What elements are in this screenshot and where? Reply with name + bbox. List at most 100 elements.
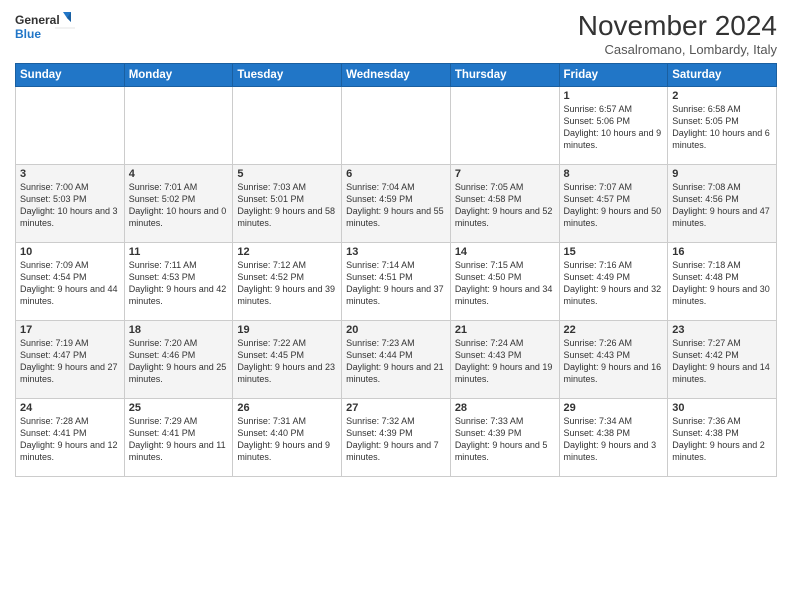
day-info: Sunrise: 7:04 AM Sunset: 4:59 PM Dayligh… [346, 181, 446, 230]
day-number: 27 [346, 402, 446, 414]
day-number: 12 [237, 246, 337, 258]
calendar-day-cell [342, 87, 451, 165]
day-info: Sunrise: 7:22 AM Sunset: 4:45 PM Dayligh… [237, 337, 337, 386]
day-info: Sunrise: 7:29 AM Sunset: 4:41 PM Dayligh… [129, 415, 229, 464]
calendar-day-cell: 16Sunrise: 7:18 AM Sunset: 4:48 PM Dayli… [668, 243, 777, 321]
day-info: Sunrise: 7:09 AM Sunset: 4:54 PM Dayligh… [20, 259, 120, 308]
header-sunday: Sunday [16, 64, 125, 87]
calendar-header-row: Sunday Monday Tuesday Wednesday Thursday… [16, 64, 777, 87]
calendar-day-cell: 6Sunrise: 7:04 AM Sunset: 4:59 PM Daylig… [342, 165, 451, 243]
calendar-day-cell: 24Sunrise: 7:28 AM Sunset: 4:41 PM Dayli… [16, 399, 125, 477]
calendar-day-cell: 20Sunrise: 7:23 AM Sunset: 4:44 PM Dayli… [342, 321, 451, 399]
header-thursday: Thursday [450, 64, 559, 87]
day-number: 17 [20, 324, 120, 336]
day-info: Sunrise: 6:57 AM Sunset: 5:06 PM Dayligh… [564, 103, 664, 152]
calendar-week-row: 10Sunrise: 7:09 AM Sunset: 4:54 PM Dayli… [16, 243, 777, 321]
day-info: Sunrise: 7:01 AM Sunset: 5:02 PM Dayligh… [129, 181, 229, 230]
svg-text:Blue: Blue [15, 27, 41, 41]
day-info: Sunrise: 7:14 AM Sunset: 4:51 PM Dayligh… [346, 259, 446, 308]
day-info: Sunrise: 7:28 AM Sunset: 4:41 PM Dayligh… [20, 415, 120, 464]
calendar-day-cell: 1Sunrise: 6:57 AM Sunset: 5:06 PM Daylig… [559, 87, 668, 165]
day-number: 10 [20, 246, 120, 258]
calendar-day-cell [233, 87, 342, 165]
day-info: Sunrise: 7:27 AM Sunset: 4:42 PM Dayligh… [672, 337, 772, 386]
day-info: Sunrise: 7:11 AM Sunset: 4:53 PM Dayligh… [129, 259, 229, 308]
day-info: Sunrise: 6:58 AM Sunset: 5:05 PM Dayligh… [672, 103, 772, 152]
calendar-week-row: 17Sunrise: 7:19 AM Sunset: 4:47 PM Dayli… [16, 321, 777, 399]
title-block: November 2024 Casalromano, Lombardy, Ita… [578, 10, 777, 57]
calendar-day-cell: 25Sunrise: 7:29 AM Sunset: 4:41 PM Dayli… [124, 399, 233, 477]
header-monday: Monday [124, 64, 233, 87]
day-number: 20 [346, 324, 446, 336]
calendar-day-cell: 4Sunrise: 7:01 AM Sunset: 5:02 PM Daylig… [124, 165, 233, 243]
calendar-day-cell: 13Sunrise: 7:14 AM Sunset: 4:51 PM Dayli… [342, 243, 451, 321]
calendar-day-cell: 8Sunrise: 7:07 AM Sunset: 4:57 PM Daylig… [559, 165, 668, 243]
calendar-day-cell: 12Sunrise: 7:12 AM Sunset: 4:52 PM Dayli… [233, 243, 342, 321]
calendar-day-cell: 2Sunrise: 6:58 AM Sunset: 5:05 PM Daylig… [668, 87, 777, 165]
day-number: 13 [346, 246, 446, 258]
day-number: 7 [455, 168, 555, 180]
header-tuesday: Tuesday [233, 64, 342, 87]
calendar-day-cell: 10Sunrise: 7:09 AM Sunset: 4:54 PM Dayli… [16, 243, 125, 321]
day-info: Sunrise: 7:26 AM Sunset: 4:43 PM Dayligh… [564, 337, 664, 386]
day-info: Sunrise: 7:23 AM Sunset: 4:44 PM Dayligh… [346, 337, 446, 386]
day-info: Sunrise: 7:31 AM Sunset: 4:40 PM Dayligh… [237, 415, 337, 464]
day-number: 3 [20, 168, 120, 180]
calendar-day-cell [124, 87, 233, 165]
day-number: 28 [455, 402, 555, 414]
header-friday: Friday [559, 64, 668, 87]
day-info: Sunrise: 7:07 AM Sunset: 4:57 PM Dayligh… [564, 181, 664, 230]
calendar-day-cell: 21Sunrise: 7:24 AM Sunset: 4:43 PM Dayli… [450, 321, 559, 399]
day-number: 5 [237, 168, 337, 180]
calendar-day-cell: 23Sunrise: 7:27 AM Sunset: 4:42 PM Dayli… [668, 321, 777, 399]
day-info: Sunrise: 7:24 AM Sunset: 4:43 PM Dayligh… [455, 337, 555, 386]
day-number: 16 [672, 246, 772, 258]
day-number: 21 [455, 324, 555, 336]
day-info: Sunrise: 7:20 AM Sunset: 4:46 PM Dayligh… [129, 337, 229, 386]
day-number: 6 [346, 168, 446, 180]
page-header: General Blue November 2024 Casalromano, … [15, 10, 777, 57]
day-info: Sunrise: 7:18 AM Sunset: 4:48 PM Dayligh… [672, 259, 772, 308]
day-number: 30 [672, 402, 772, 414]
calendar-day-cell: 3Sunrise: 7:00 AM Sunset: 5:03 PM Daylig… [16, 165, 125, 243]
calendar-day-cell [16, 87, 125, 165]
calendar-day-cell: 19Sunrise: 7:22 AM Sunset: 4:45 PM Dayli… [233, 321, 342, 399]
day-number: 18 [129, 324, 229, 336]
location-subtitle: Casalromano, Lombardy, Italy [578, 42, 777, 57]
calendar-day-cell: 30Sunrise: 7:36 AM Sunset: 4:38 PM Dayli… [668, 399, 777, 477]
day-number: 1 [564, 90, 664, 102]
calendar-day-cell: 18Sunrise: 7:20 AM Sunset: 4:46 PM Dayli… [124, 321, 233, 399]
calendar-day-cell: 15Sunrise: 7:16 AM Sunset: 4:49 PM Dayli… [559, 243, 668, 321]
calendar-day-cell: 17Sunrise: 7:19 AM Sunset: 4:47 PM Dayli… [16, 321, 125, 399]
calendar-day-cell: 29Sunrise: 7:34 AM Sunset: 4:38 PM Dayli… [559, 399, 668, 477]
calendar-day-cell [450, 87, 559, 165]
header-wednesday: Wednesday [342, 64, 451, 87]
logo-svg: General Blue [15, 10, 75, 46]
day-info: Sunrise: 7:33 AM Sunset: 4:39 PM Dayligh… [455, 415, 555, 464]
calendar-day-cell: 14Sunrise: 7:15 AM Sunset: 4:50 PM Dayli… [450, 243, 559, 321]
calendar-week-row: 24Sunrise: 7:28 AM Sunset: 4:41 PM Dayli… [16, 399, 777, 477]
day-number: 23 [672, 324, 772, 336]
calendar-day-cell: 26Sunrise: 7:31 AM Sunset: 4:40 PM Dayli… [233, 399, 342, 477]
calendar-day-cell: 9Sunrise: 7:08 AM Sunset: 4:56 PM Daylig… [668, 165, 777, 243]
calendar-day-cell: 7Sunrise: 7:05 AM Sunset: 4:58 PM Daylig… [450, 165, 559, 243]
day-number: 15 [564, 246, 664, 258]
day-info: Sunrise: 7:34 AM Sunset: 4:38 PM Dayligh… [564, 415, 664, 464]
day-info: Sunrise: 7:36 AM Sunset: 4:38 PM Dayligh… [672, 415, 772, 464]
day-info: Sunrise: 7:12 AM Sunset: 4:52 PM Dayligh… [237, 259, 337, 308]
day-number: 11 [129, 246, 229, 258]
calendar-table: Sunday Monday Tuesday Wednesday Thursday… [15, 63, 777, 477]
day-number: 22 [564, 324, 664, 336]
day-info: Sunrise: 7:15 AM Sunset: 4:50 PM Dayligh… [455, 259, 555, 308]
svg-text:General: General [15, 13, 60, 27]
day-number: 9 [672, 168, 772, 180]
day-info: Sunrise: 7:03 AM Sunset: 5:01 PM Dayligh… [237, 181, 337, 230]
day-number: 26 [237, 402, 337, 414]
day-number: 24 [20, 402, 120, 414]
calendar-day-cell: 27Sunrise: 7:32 AM Sunset: 4:39 PM Dayli… [342, 399, 451, 477]
day-info: Sunrise: 7:08 AM Sunset: 4:56 PM Dayligh… [672, 181, 772, 230]
calendar-week-row: 1Sunrise: 6:57 AM Sunset: 5:06 PM Daylig… [16, 87, 777, 165]
calendar-day-cell: 11Sunrise: 7:11 AM Sunset: 4:53 PM Dayli… [124, 243, 233, 321]
day-number: 14 [455, 246, 555, 258]
day-number: 8 [564, 168, 664, 180]
